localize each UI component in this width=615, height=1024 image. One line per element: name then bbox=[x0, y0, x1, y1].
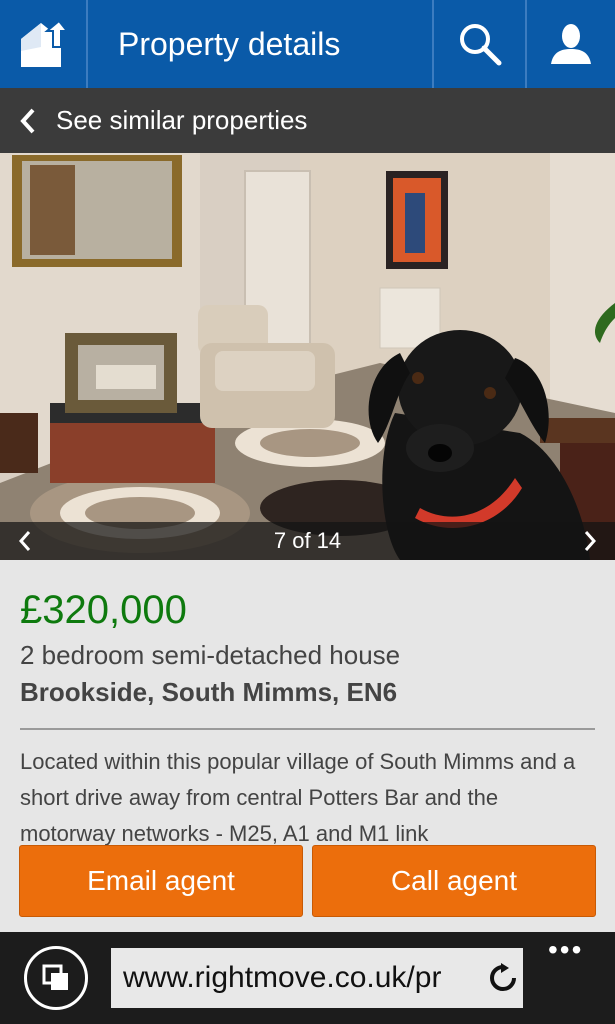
photo-counter: 7 of 14 bbox=[273, 528, 342, 553]
previous-photo-button[interactable] bbox=[0, 530, 50, 552]
property-photo[interactable]: 7 of 14 bbox=[0, 153, 615, 560]
property-type: 2 bedroom semi-detached house bbox=[20, 640, 401, 670]
refresh-button[interactable] bbox=[483, 963, 523, 993]
tabs-button[interactable] bbox=[24, 946, 88, 1010]
property-price: £320,000 bbox=[20, 588, 187, 632]
search-button[interactable] bbox=[434, 0, 527, 88]
next-photo-button[interactable] bbox=[565, 530, 615, 552]
property-description: Located within this popular village of S… bbox=[20, 749, 576, 846]
similar-properties-link[interactable]: See similar properties bbox=[0, 88, 615, 153]
property-address: Brookside, South Mimms, EN6 bbox=[20, 677, 398, 707]
chevron-left-icon bbox=[18, 531, 31, 551]
living-room-photo bbox=[0, 153, 615, 560]
email-agent-button[interactable]: Email agent bbox=[19, 845, 303, 917]
tabs-icon bbox=[42, 964, 68, 990]
search-icon bbox=[459, 24, 501, 66]
app-header: Property details bbox=[0, 0, 615, 88]
similar-properties-label: See similar properties bbox=[56, 105, 308, 135]
user-icon bbox=[551, 24, 591, 64]
more-menu-button[interactable]: ••• bbox=[548, 936, 583, 964]
home-logo-button[interactable] bbox=[0, 0, 88, 88]
photo-navigation: 7 of 14 bbox=[0, 522, 615, 560]
account-button[interactable] bbox=[527, 0, 615, 88]
address-bar[interactable]: www.rightmove.co.uk/pr bbox=[111, 948, 523, 1008]
house-logo-icon bbox=[21, 19, 69, 67]
call-agent-button[interactable]: Call agent bbox=[312, 845, 596, 917]
page-title: Property details bbox=[88, 0, 434, 88]
chevron-right-icon bbox=[584, 531, 597, 551]
url-text: www.rightmove.co.uk/pr bbox=[123, 961, 442, 994]
browser-bar: www.rightmove.co.uk/pr ••• bbox=[0, 932, 615, 1024]
chevron-left-icon bbox=[0, 107, 56, 135]
divider bbox=[20, 728, 595, 730]
refresh-icon bbox=[490, 963, 516, 991]
